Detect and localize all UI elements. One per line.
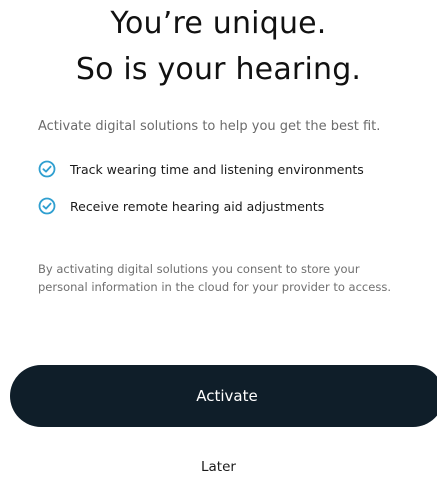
activate-button[interactable]: Activate [10, 365, 437, 427]
consent-text: By activating digital solutions you cons… [38, 262, 391, 294]
page-title-line1: You’re unique. [110, 6, 327, 41]
benefit-label: Receive remote hearing aid adjustments [70, 198, 325, 214]
benefit-label: Track wearing time and listening environ… [70, 161, 364, 177]
intro-text: Activate digital solutions to help you g… [38, 119, 381, 134]
page-title-line2: So is your hearing. [75, 52, 362, 87]
benefit-item: Receive remote hearing aid adjustments [38, 197, 324, 215]
later-button[interactable]: Later [0, 459, 437, 475]
onboarding-screen: You’re unique. So is your hearing. Activ… [0, 0, 437, 477]
check-circle-icon [38, 160, 56, 178]
benefit-item: Track wearing time and listening environ… [38, 160, 364, 178]
check-circle-icon [38, 197, 56, 215]
